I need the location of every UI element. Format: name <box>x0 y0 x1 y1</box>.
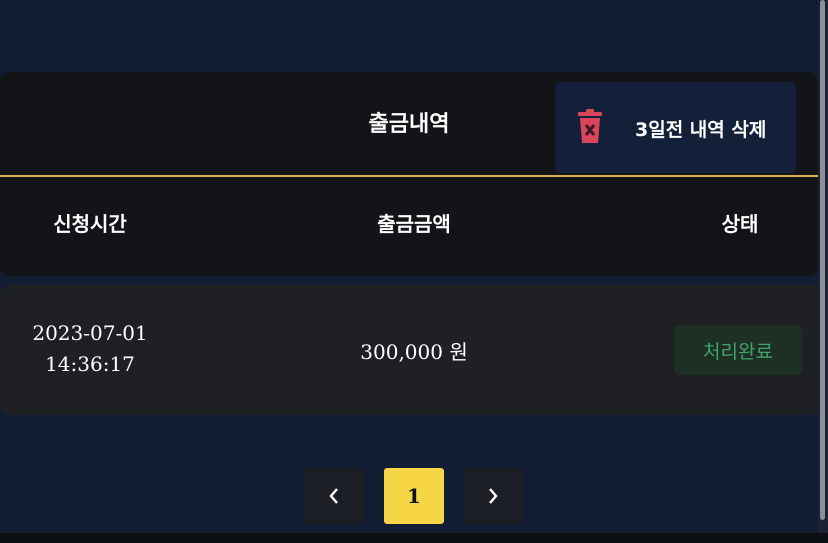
scrollbar[interactable] <box>818 0 828 533</box>
chevron-left-icon <box>329 488 338 504</box>
delete-button-label: 3일전 내역 삭제 <box>635 119 767 141</box>
bottom-edge <box>0 533 828 543</box>
scrollbar-thumb[interactable] <box>820 0 825 520</box>
next-page-button[interactable] <box>463 468 523 524</box>
trash-icon <box>578 109 602 143</box>
page-1-button[interactable]: 1 <box>384 468 444 524</box>
delete-old-history-button[interactable]: 3일전 내역 삭제 <box>555 82 796 173</box>
amount-cell: 300,000 원 <box>360 340 468 364</box>
table-row: 2023-07-01 14:36:17 300,000 원 처리완료 <box>0 285 828 415</box>
column-header-request-time: 신청시간 <box>53 212 127 236</box>
request-time-cell: 2023-07-01 14:36:17 <box>0 318 180 380</box>
column-header-amount: 출금금액 <box>377 212 451 236</box>
withdrawal-history-header: 출금내역 3일전 내역 삭제 신청시간 출금금액 상태 <box>0 72 828 276</box>
column-header-status: 상태 <box>721 212 759 236</box>
request-time: 14:36:17 <box>45 352 135 376</box>
request-date: 2023-07-01 <box>32 321 148 345</box>
header-divider <box>0 175 828 177</box>
chevron-right-icon <box>489 488 498 504</box>
status-badge: 처리완료 <box>674 325 802 375</box>
prev-page-button[interactable] <box>304 468 364 524</box>
